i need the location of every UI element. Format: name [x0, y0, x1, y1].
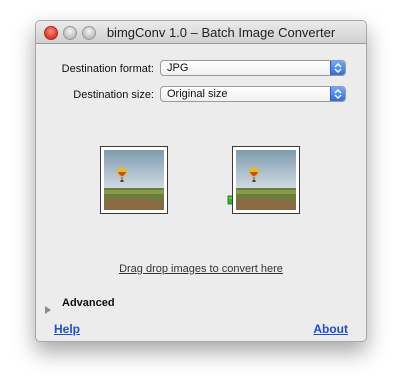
size-select[interactable]: Original size [160, 86, 346, 102]
format-select[interactable]: JPG [160, 60, 346, 76]
size-label: Destination size: [73, 89, 154, 101]
balloon-photo-icon [104, 150, 164, 210]
window-title: bimgConv 1.0 – Batch Image Converter [106, 25, 336, 40]
format-label: Destination format: [61, 63, 154, 75]
help-link[interactable]: Help [54, 322, 80, 336]
format-select-value: JPG [167, 62, 189, 74]
size-select-value: Original size [167, 88, 228, 100]
target-image-thumbnail[interactable] [232, 146, 300, 214]
size-select-stepper-icon [330, 87, 345, 101]
format-select-stepper-icon [330, 61, 345, 75]
disclosure-triangle-icon[interactable] [44, 301, 52, 319]
advanced-label[interactable]: Advanced [62, 297, 115, 309]
drop-zone-hint[interactable]: Drag drop images to convert here [36, 263, 366, 275]
source-image-thumbnail[interactable] [100, 146, 168, 214]
app-window: bimgConv 1.0 – Batch Image Converter Des… [35, 20, 367, 342]
titlebar: bimgConv 1.0 – Batch Image Converter [36, 21, 366, 44]
balloon-photo-icon [236, 150, 296, 210]
about-link[interactable]: About [313, 322, 348, 336]
